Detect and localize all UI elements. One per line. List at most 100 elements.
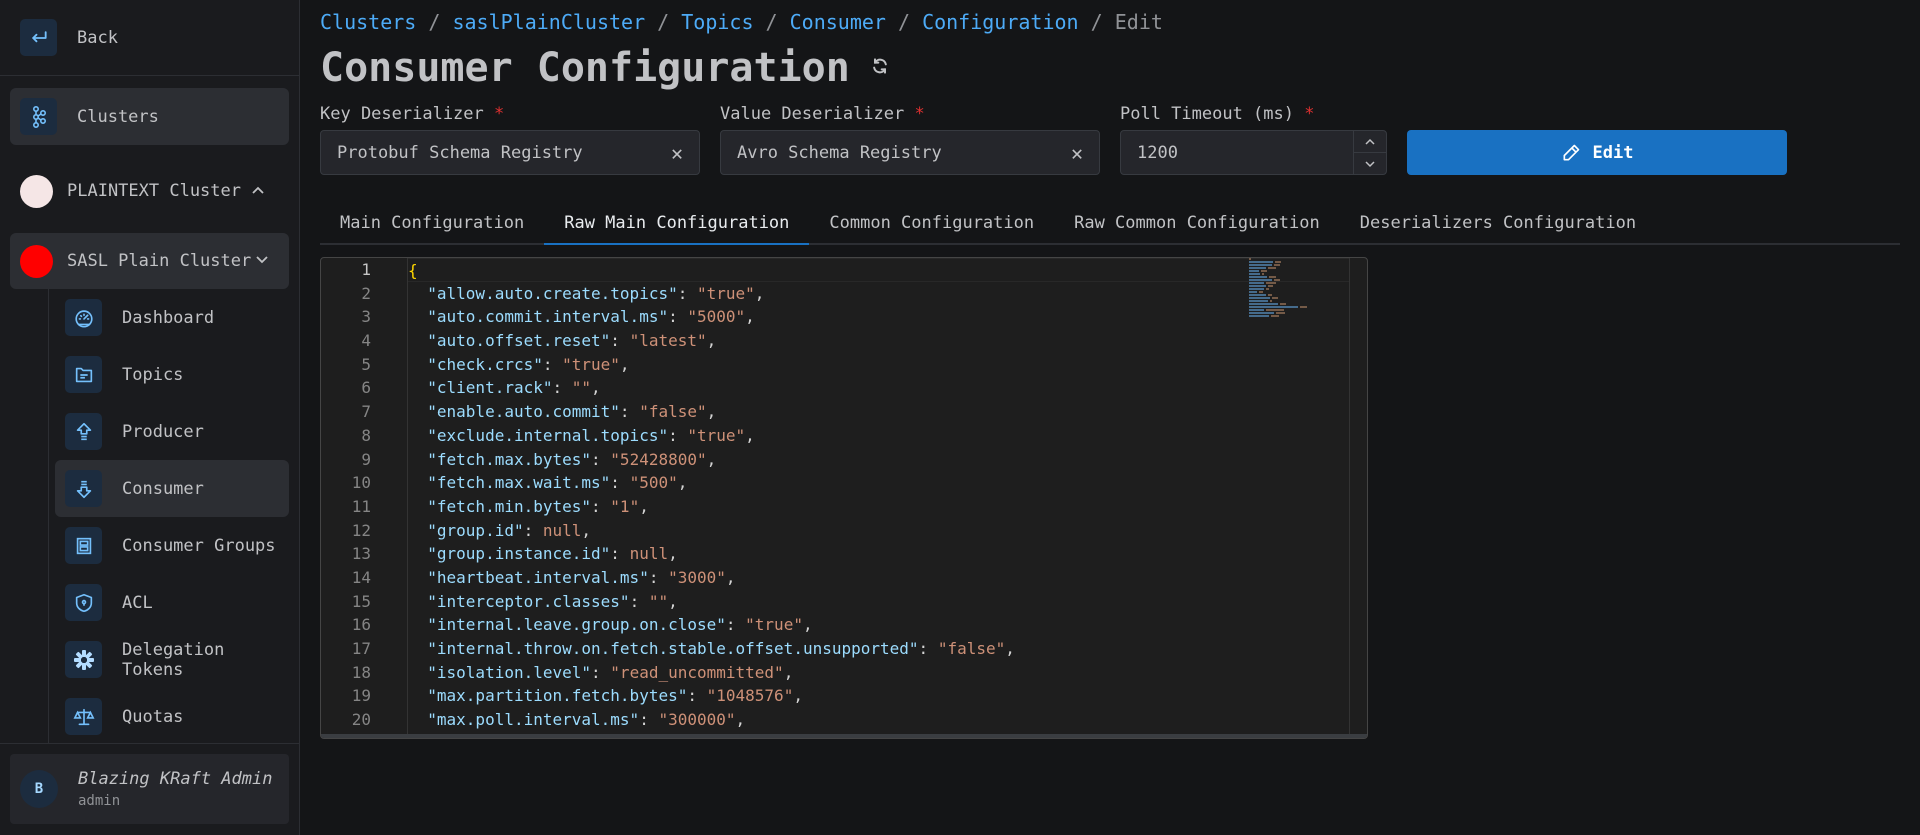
breadcrumb: Clusters / saslPlainCluster / Topics / C… xyxy=(320,8,1900,36)
line-number: 14 xyxy=(351,567,371,587)
user-card[interactable]: B Blazing KRaft Admin admin xyxy=(10,754,289,824)
tab-deserializers-configuration[interactable]: Deserializers Configuration xyxy=(1340,203,1656,245)
edit-button-label: Edit xyxy=(1592,142,1634,163)
line-number: 10 xyxy=(351,473,371,493)
producer-icon xyxy=(65,413,102,450)
json-editor[interactable]: 1 2 3 4 5 6 7 8 9 10 11 12 13 14 15 16 17 18 19 20 { "allow… xyxy=(320,257,1368,739)
sidebar-item-quotas[interactable]: Quotas xyxy=(55,688,289,743)
folder-icon xyxy=(65,356,102,393)
back-button[interactable]: Back xyxy=(0,0,299,76)
code-line[interactable]: "auto.commit.interval.ms": "5000", xyxy=(408,305,1349,329)
code-line[interactable]: "group.id": null, xyxy=(408,519,1349,543)
pencil-icon xyxy=(1563,144,1579,160)
horizontal-scrollbar[interactable] xyxy=(321,734,1367,738)
tab-main-configuration[interactable]: Main Configuration xyxy=(320,203,544,245)
line-number: 17 xyxy=(351,639,371,658)
code-line[interactable]: "check.crcs": "true", xyxy=(408,353,1349,377)
code-line[interactable]: "fetch.max.wait.ms": "500", xyxy=(408,471,1349,495)
line-number: 18 xyxy=(351,662,371,682)
code-line[interactable]: "internal.leave.group.on.close": "true", xyxy=(408,613,1349,637)
line-number: 11 xyxy=(351,496,371,516)
breadcrumb-cluster[interactable]: saslPlainCluster xyxy=(452,10,645,34)
minimap-line xyxy=(1249,315,1349,318)
line-number: 2 xyxy=(361,283,371,303)
sidebar-item-label: Dashboard xyxy=(122,307,215,328)
sidebar-item-delegation-tokens[interactable]: Delegation Tokens xyxy=(55,631,289,688)
code-line[interactable]: "enable.auto.commit": "false", xyxy=(408,400,1349,424)
key-deserializer-select[interactable]: Protobuf Schema Registry ✕ xyxy=(320,130,700,175)
sidebar-item-label: Consumer Groups xyxy=(122,535,276,556)
sidebar-item-topics[interactable]: Topics xyxy=(55,346,289,403)
poll-timeout-stepper xyxy=(1353,131,1386,174)
refresh-icon[interactable] xyxy=(870,56,890,80)
tab-raw-main-configuration[interactable]: Raw Main Configuration xyxy=(544,203,810,245)
minimap[interactable] xyxy=(1239,258,1349,324)
poll-timeout-value: 1200 xyxy=(1137,142,1178,163)
code-line[interactable]: "fetch.max.bytes": "52428800", xyxy=(408,448,1349,472)
sidebar-item-acl[interactable]: ACL xyxy=(55,574,289,631)
clusters-icon xyxy=(20,98,57,135)
code-line[interactable]: "max.partition.fetch.bytes": "1048576", xyxy=(408,684,1349,708)
clear-icon[interactable]: ✕ xyxy=(1071,141,1083,165)
sidebar-item-label: Producer xyxy=(122,421,204,442)
breadcrumb-separator: / xyxy=(645,10,682,34)
cluster-plaintext[interactable]: PLAINTEXT Cluster xyxy=(10,163,289,219)
breadcrumb-configuration[interactable]: Configuration xyxy=(922,10,1079,34)
tab-common-configuration[interactable]: Common Configuration xyxy=(809,203,1054,245)
poll-timeout-label: Poll Timeout (ms) * xyxy=(1120,104,1315,124)
config-form: Key Deserializer * Protobuf Schema Regis… xyxy=(320,104,1900,175)
clear-icon[interactable]: ✕ xyxy=(671,141,683,165)
breadcrumb-clusters[interactable]: Clusters xyxy=(320,10,416,34)
shield-icon xyxy=(65,584,102,621)
back-label: Back xyxy=(77,27,118,48)
vertical-scrollbar[interactable] xyxy=(1349,258,1367,738)
cluster-color-dot xyxy=(20,244,53,278)
sidebar-item-label: Consumer xyxy=(122,478,204,499)
decrement-icon[interactable] xyxy=(1354,153,1386,174)
sidebar-item-producer[interactable]: Producer xyxy=(55,403,289,460)
code-line[interactable]: "client.rack": "", xyxy=(408,376,1349,400)
sidebar-nav[interactable]: Clusters PLAINTEXT Cluster SASL Plain Cl… xyxy=(0,76,299,743)
poll-timeout-input[interactable]: 1200 xyxy=(1120,130,1387,175)
code-line[interactable]: "isolation.level": "read_uncommitted", xyxy=(408,661,1349,685)
breadcrumb-topics[interactable]: Topics xyxy=(681,10,753,34)
key-deserializer-label: Key Deserializer * xyxy=(320,104,505,124)
line-number: 9 xyxy=(361,449,371,469)
line-number-gutter: 1 2 3 4 5 6 7 8 9 10 11 12 13 14 15 16 17 18 19 20 xyxy=(321,258,405,738)
code-area[interactable]: { "allow.auto.create.topics": "true", "a… xyxy=(407,258,1349,738)
line-number: 4 xyxy=(361,331,371,351)
sidebar-item-label: ACL xyxy=(122,592,153,613)
code-line[interactable]: "heartbeat.interval.ms": "3000", xyxy=(408,566,1349,590)
tab-raw-common-configuration[interactable]: Raw Common Configuration xyxy=(1054,203,1340,245)
cluster-submenu: Dashboard Topics Producer Consumer Consu… xyxy=(48,289,289,743)
consumer-groups-icon xyxy=(65,527,102,564)
code-line[interactable]: "interceptor.classes": "", xyxy=(408,590,1349,614)
sidebar-item-dashboard[interactable]: Dashboard xyxy=(55,289,289,346)
line-number: 20 xyxy=(351,710,371,730)
edit-button[interactable]: Edit xyxy=(1407,130,1787,175)
code-line[interactable]: "auto.offset.reset": "latest", xyxy=(408,329,1349,353)
back-arrow-icon xyxy=(20,19,57,56)
code-line[interactable]: "allow.auto.create.topics": "true", xyxy=(408,282,1349,306)
line-number: 7 xyxy=(361,402,371,422)
breadcrumb-consumer[interactable]: Consumer xyxy=(790,10,886,34)
line-number: 8 xyxy=(361,425,371,445)
consumer-icon xyxy=(65,470,102,507)
increment-icon[interactable] xyxy=(1354,131,1386,153)
chevron-up-icon xyxy=(251,183,265,199)
main-content: Clusters / saslPlainCluster / Topics / C… xyxy=(300,0,1920,835)
code-line[interactable]: "max.poll.interval.ms": "300000", xyxy=(408,708,1349,732)
code-line[interactable]: "exclude.internal.topics": "true", xyxy=(408,424,1349,448)
code-line[interactable]: "fetch.min.bytes": "1", xyxy=(408,495,1349,519)
sidebar-item-consumer-groups[interactable]: Consumer Groups xyxy=(55,517,289,574)
line-number: 15 xyxy=(351,591,371,611)
code-line[interactable]: { xyxy=(408,258,1349,282)
sidebar-item-clusters[interactable]: Clusters xyxy=(10,88,289,145)
scale-icon xyxy=(65,698,102,735)
sidebar-item-consumer[interactable]: Consumer xyxy=(55,460,289,517)
value-deserializer-select[interactable]: Avro Schema Registry ✕ xyxy=(720,130,1100,175)
cluster-sasl-plain[interactable]: SASL Plain Cluster xyxy=(10,233,289,289)
code-line[interactable]: "group.instance.id": null, xyxy=(408,542,1349,566)
code-line[interactable]: "internal.throw.on.fetch.stable.offset.u… xyxy=(408,637,1349,661)
user-role: admin xyxy=(78,793,121,809)
